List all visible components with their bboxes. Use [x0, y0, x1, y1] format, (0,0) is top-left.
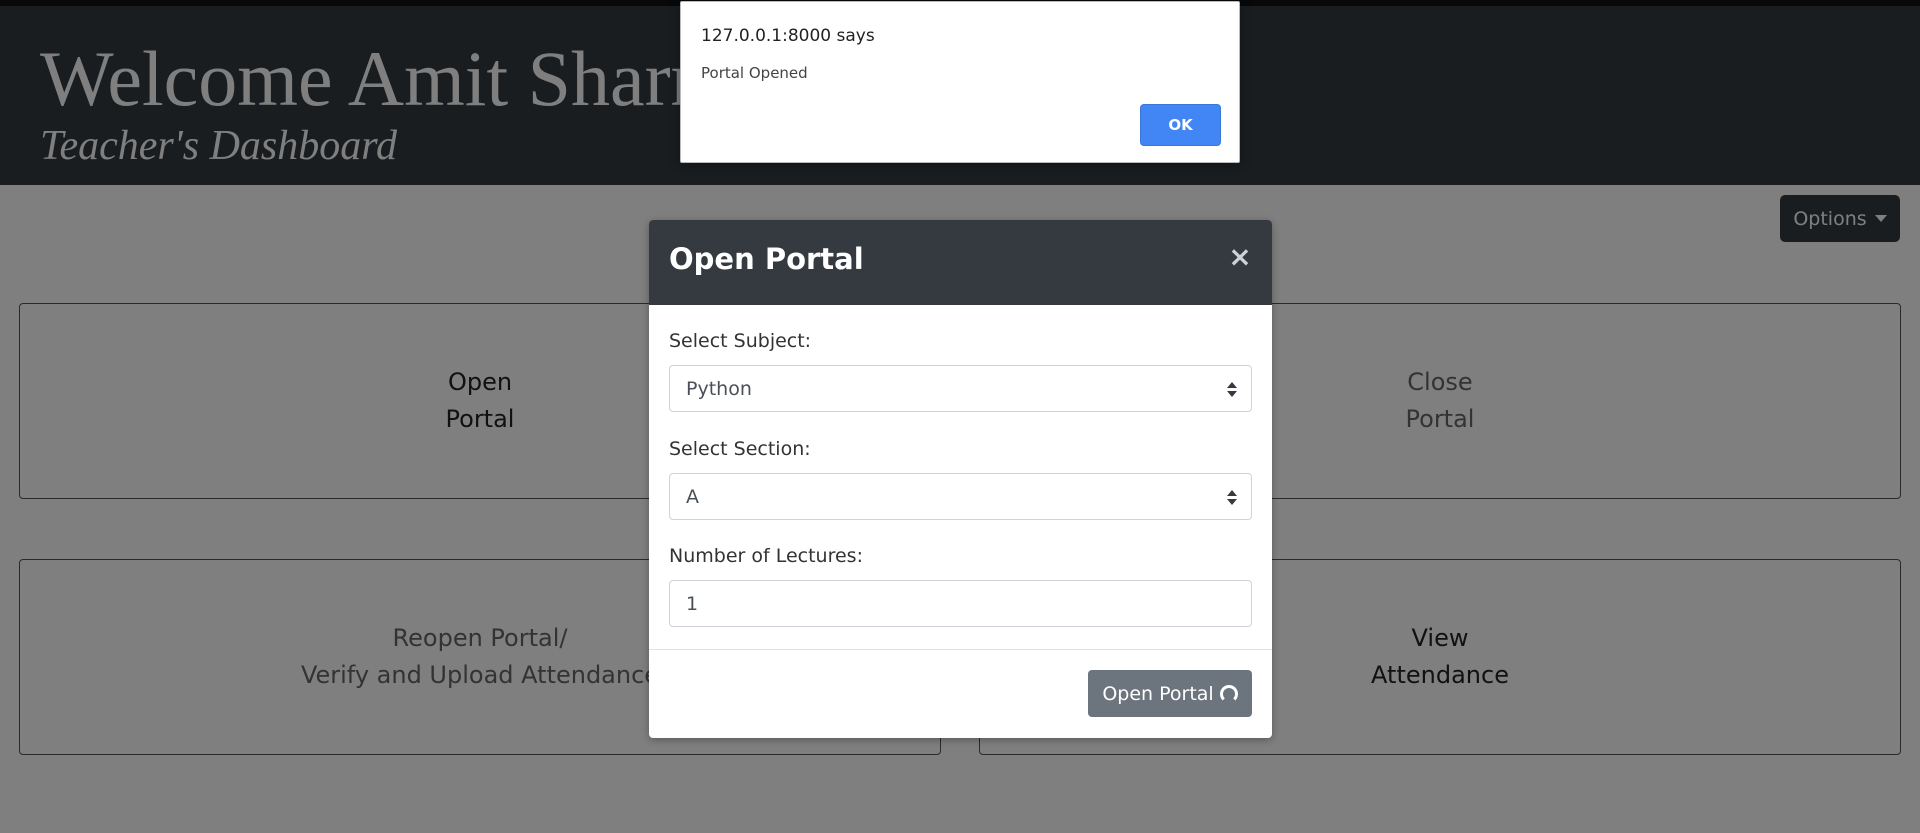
- section-select-value: A: [686, 485, 699, 508]
- section-select[interactable]: A: [669, 473, 1252, 520]
- select-arrows-icon: [1227, 382, 1237, 398]
- modal-header: Open Portal ×: [649, 220, 1272, 305]
- alert-origin-text: 127.0.0.1:8000 says: [701, 26, 875, 46]
- alert-message-text: Portal Opened: [701, 64, 808, 82]
- lectures-input-value: 1: [686, 592, 699, 615]
- open-portal-submit-button[interactable]: Open Portal: [1088, 670, 1252, 717]
- modal-title: Open Portal: [669, 242, 864, 276]
- subject-select-value: Python: [686, 377, 752, 400]
- open-portal-modal: Open Portal × Select Subject: Python Sel…: [649, 220, 1272, 738]
- lectures-label: Number of Lectures:: [669, 545, 863, 567]
- select-arrows-icon: [1227, 490, 1237, 506]
- subject-label: Select Subject:: [669, 330, 812, 352]
- lectures-input[interactable]: 1: [669, 580, 1252, 627]
- submit-label: Open Portal: [1102, 682, 1214, 705]
- section-label: Select Section:: [669, 438, 811, 460]
- spinner-icon: [1219, 684, 1238, 703]
- modal-footer-divider: [649, 649, 1272, 650]
- subject-select[interactable]: Python: [669, 365, 1252, 412]
- browser-alert-dialog: 127.0.0.1:8000 says Portal Opened OK: [680, 1, 1240, 163]
- alert-ok-button[interactable]: OK: [1140, 104, 1221, 146]
- close-icon[interactable]: ×: [1228, 242, 1252, 272]
